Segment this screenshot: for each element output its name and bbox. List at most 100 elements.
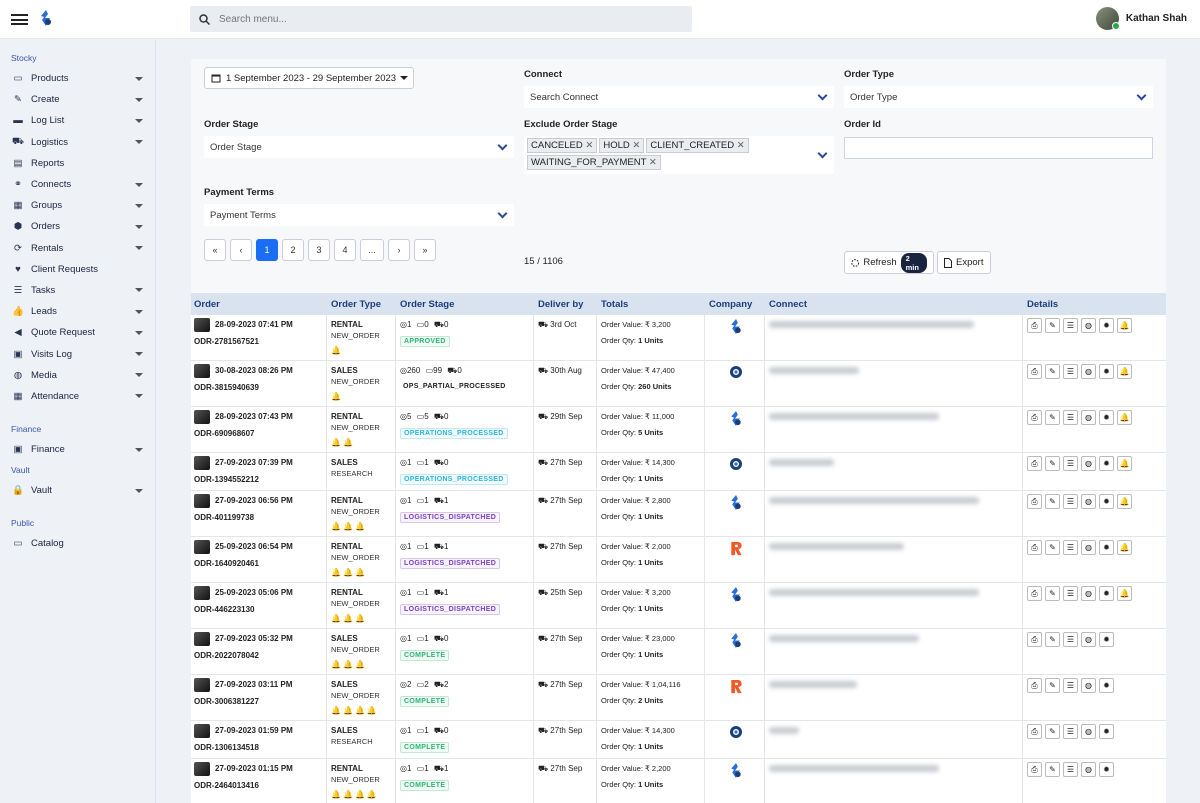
edit-icon[interactable]: ✎ [1045, 318, 1060, 333]
date-range-picker[interactable]: 1 September 2023 - 29 September 2023 [204, 67, 414, 89]
edit-icon[interactable]: ✎ [1045, 762, 1060, 777]
notification-bell-icon[interactable]: 🔔 [1117, 586, 1132, 601]
exclude-stage-tag[interactable]: HOLD ✕ [599, 138, 645, 153]
page-button[interactable]: 3 [308, 239, 330, 261]
connect-name-redacted[interactable] [769, 727, 799, 734]
order-id[interactable]: ODR-690968607 [194, 429, 254, 438]
menu-search[interactable] [190, 6, 692, 32]
printer-icon[interactable]: ⎙ [1027, 364, 1042, 379]
connect-name-redacted[interactable] [769, 497, 979, 504]
table-row[interactable]: 27-09-2023 07:39 PM ODR-1394552212 SALES… [191, 453, 1166, 491]
order-id[interactable]: ODR-2464013416 [194, 781, 259, 790]
col-order-type[interactable]: Order Type [331, 299, 381, 310]
globe-icon[interactable]: ◍ [1081, 364, 1096, 379]
order-id[interactable]: ODR-401199738 [194, 513, 254, 522]
table-row[interactable]: 28-09-2023 07:43 PM ODR-690968607 RENTAL… [191, 407, 1166, 453]
sidebar-item-products[interactable]: ▭ Products [0, 68, 155, 89]
notification-bell-icon[interactable]: 🔔 [1117, 364, 1132, 379]
edit-icon[interactable]: ✎ [1045, 494, 1060, 509]
gear-icon[interactable]: ✹ [1099, 540, 1114, 555]
col-totals[interactable]: Totals [601, 299, 628, 310]
globe-icon[interactable]: ◍ [1081, 724, 1096, 739]
connect-name-redacted[interactable] [769, 765, 939, 772]
globe-icon[interactable]: ◍ [1081, 410, 1096, 425]
order-type-select[interactable]: Order Type [844, 86, 1153, 108]
sidebar-item-tasks[interactable]: ☰ Tasks [0, 280, 155, 301]
gear-icon[interactable]: ✹ [1099, 456, 1114, 471]
globe-icon[interactable]: ◍ [1081, 762, 1096, 777]
connect-name-redacted[interactable] [769, 321, 974, 328]
sidebar-item-media[interactable]: ◍ Media [0, 365, 155, 386]
gear-icon[interactable]: ✹ [1099, 364, 1114, 379]
col-order-stage[interactable]: Order Stage [400, 299, 454, 310]
edit-icon[interactable]: ✎ [1045, 678, 1060, 693]
globe-icon[interactable]: ◍ [1081, 318, 1096, 333]
sidebar-item-quote-request[interactable]: ◀ Quote Request [0, 322, 155, 343]
globe-icon[interactable]: ◍ [1081, 456, 1096, 471]
sidebar-item-create[interactable]: ✎ Create [0, 89, 155, 110]
gear-icon[interactable]: ✹ [1099, 678, 1114, 693]
order-id[interactable]: ODR-1640920461 [194, 559, 259, 568]
refresh-button[interactable]: Refresh 2 min [844, 251, 934, 274]
sidebar-item-orders[interactable]: ⬢ Orders [0, 216, 155, 237]
col-deliver-by[interactable]: Deliver by [538, 299, 583, 310]
sidebar-item-log-list[interactable]: ▬ Log List [0, 110, 155, 131]
globe-icon[interactable]: ◍ [1081, 632, 1096, 647]
gear-icon[interactable]: ✹ [1099, 632, 1114, 647]
sidebar-item-catalog[interactable]: ▭ Catalog [0, 533, 155, 554]
avatar[interactable] [1095, 7, 1120, 30]
sidebar-item-groups[interactable]: ▦ Groups [0, 195, 155, 216]
list-icon[interactable]: ☰ [1063, 586, 1078, 601]
printer-icon[interactable]: ⎙ [1027, 456, 1042, 471]
edit-icon[interactable]: ✎ [1045, 364, 1060, 379]
page-first-button[interactable]: « [204, 239, 226, 261]
printer-icon[interactable]: ⎙ [1027, 724, 1042, 739]
page-ellipsis[interactable]: ... [360, 239, 384, 261]
table-row[interactable]: 25-09-2023 05:06 PM ODR-446223130 RENTAL… [191, 583, 1166, 629]
page-button[interactable]: 4 [334, 239, 356, 261]
remove-tag-icon[interactable]: ✕ [632, 140, 640, 151]
gear-icon[interactable]: ✹ [1099, 410, 1114, 425]
page-button[interactable]: 2 [282, 239, 304, 261]
menu-toggle-icon[interactable] [11, 14, 28, 25]
edit-icon[interactable]: ✎ [1045, 410, 1060, 425]
notification-bell-icon[interactable]: 🔔 [1117, 410, 1132, 425]
sidebar-item-client-requests[interactable]: ♥ Client Requests [0, 259, 155, 280]
table-row[interactable]: 25-09-2023 06:54 PM ODR-1640920461 RENTA… [191, 537, 1166, 583]
list-icon[interactable]: ☰ [1063, 632, 1078, 647]
notification-bell-icon[interactable]: 🔔 [1117, 494, 1132, 509]
list-icon[interactable]: ☰ [1063, 318, 1078, 333]
connect-name-redacted[interactable] [769, 681, 857, 688]
sidebar-item-rentals[interactable]: ⟳ Rentals [0, 238, 155, 259]
connect-name-redacted[interactable] [769, 413, 939, 420]
order-id[interactable]: ODR-2781567521 [194, 337, 259, 346]
printer-icon[interactable]: ⎙ [1027, 318, 1042, 333]
connect-name-redacted[interactable] [769, 635, 919, 642]
user-menu[interactable]: Kathan Shah [1095, 7, 1187, 30]
globe-icon[interactable]: ◍ [1081, 586, 1096, 601]
list-icon[interactable]: ☰ [1063, 364, 1078, 379]
edit-icon[interactable]: ✎ [1045, 456, 1060, 471]
table-row[interactable]: 28-09-2023 07:41 PM ODR-2781567521 RENTA… [191, 315, 1166, 361]
remove-tag-icon[interactable]: ✕ [649, 157, 657, 168]
remove-tag-icon[interactable]: ✕ [585, 140, 593, 151]
order-id[interactable]: ODR-2022078042 [194, 651, 259, 660]
table-row[interactable]: 27-09-2023 03:11 PM ODR-3006381227 SALES… [191, 675, 1166, 721]
exclude-stage-tag[interactable]: WAITING_FOR_PAYMENT ✕ [527, 155, 661, 170]
list-icon[interactable]: ☰ [1063, 724, 1078, 739]
printer-icon[interactable]: ⎙ [1027, 678, 1042, 693]
list-icon[interactable]: ☰ [1063, 494, 1078, 509]
table-row[interactable]: 27-09-2023 01:59 PM ODR-1306134518 SALES… [191, 721, 1166, 759]
globe-icon[interactable]: ◍ [1081, 494, 1096, 509]
sidebar-item-reports[interactable]: ▤ Reports [0, 153, 155, 174]
notification-bell-icon[interactable]: 🔔 [1117, 540, 1132, 555]
exclude-stage-tag[interactable]: CANCELED ✕ [527, 138, 598, 153]
sidebar-item-leads[interactable]: 👍 Leads [0, 301, 155, 322]
connect-name-redacted[interactable] [769, 543, 904, 550]
order-stage-select[interactable]: Order Stage [204, 136, 514, 158]
edit-icon[interactable]: ✎ [1045, 632, 1060, 647]
printer-icon[interactable]: ⎙ [1027, 494, 1042, 509]
exclude-stage-tag[interactable]: CLIENT_CREATED ✕ [646, 138, 749, 153]
gear-icon[interactable]: ✹ [1099, 494, 1114, 509]
gear-icon[interactable]: ✹ [1099, 318, 1114, 333]
